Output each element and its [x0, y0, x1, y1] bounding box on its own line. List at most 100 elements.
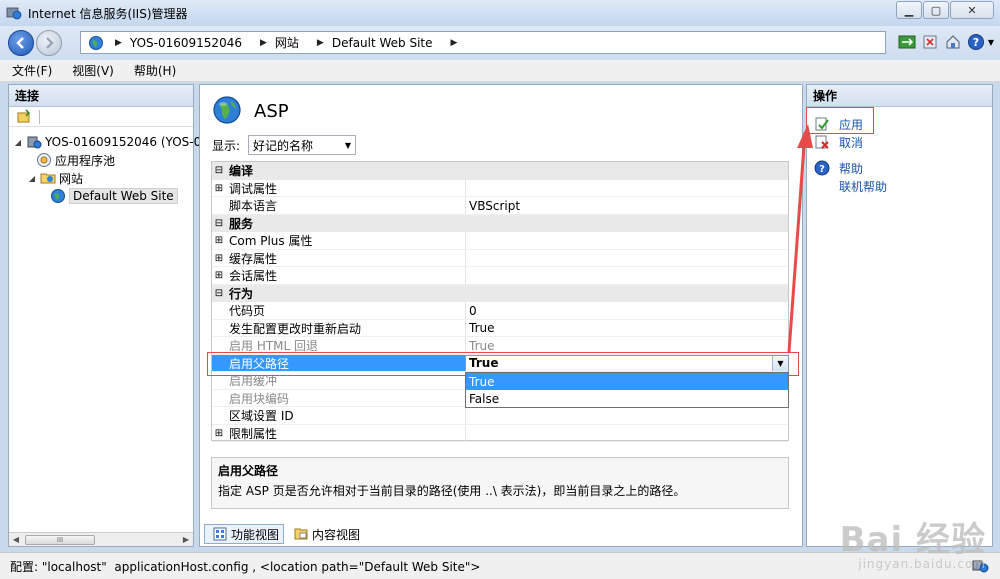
- online-help-action[interactable]: 联机帮助: [813, 177, 986, 195]
- chevron-down-icon[interactable]: ▼: [772, 355, 788, 371]
- collapse-box-icon[interactable]: ⊟: [212, 165, 226, 176]
- grid-category-row[interactable]: ⊟ 行为: [212, 284, 788, 302]
- menu-bar: 文件(F) 视图(V) 帮助(H): [0, 60, 1000, 82]
- window-title: Internet 信息服务(IIS)管理器: [28, 6, 188, 21]
- expand-box-icon[interactable]: ⊞: [212, 183, 226, 194]
- scroll-thumb[interactable]: III: [25, 534, 95, 545]
- grid-property-name: 启用父路径: [229, 356, 290, 371]
- breadcrumb-sites[interactable]: 网站: [275, 34, 299, 51]
- help-action[interactable]: ? 帮助: [813, 159, 986, 177]
- menu-view[interactable]: 视图(V): [72, 62, 114, 79]
- tree-node-app-pools[interactable]: 应用程序池: [33, 151, 115, 169]
- tab-features-view[interactable]: 功能视图: [204, 524, 285, 544]
- tree-node-sites[interactable]: ◢ 网站: [27, 169, 83, 187]
- grid-column-divider: [465, 337, 466, 355]
- tree-label-sites: 网站: [59, 171, 84, 186]
- minimize-button[interactable]: ▁: [896, 1, 922, 19]
- close-button[interactable]: ✕: [950, 1, 994, 19]
- grid-property-name: 启用 HTML 回退: [229, 339, 319, 354]
- grid-property-row[interactable]: 发生配置更改时重新启动 True: [212, 319, 788, 337]
- grid-property-row[interactable]: 代码页 0: [212, 302, 788, 320]
- description-title: 启用父路径: [218, 464, 279, 478]
- forward-arrow-icon: [46, 37, 54, 49]
- scroll-left-icon[interactable]: ◀: [9, 535, 23, 544]
- menu-help[interactable]: 帮助(H): [134, 62, 176, 79]
- connect-icon[interactable]: [897, 32, 917, 52]
- app-pool-icon: [36, 152, 52, 168]
- grid-property-value[interactable]: True: [469, 321, 495, 335]
- help-icon[interactable]: ?: [966, 32, 986, 52]
- dropdown-option-false[interactable]: False: [466, 390, 788, 407]
- breadcrumb-site[interactable]: Default Web Site: [332, 36, 433, 50]
- grid-property-row[interactable]: ⊞ 会话属性: [212, 267, 788, 285]
- collapse-triangle-icon[interactable]: ◢: [27, 174, 37, 183]
- tab-content-view[interactable]: 内容视图: [286, 524, 364, 544]
- forward-button[interactable]: [36, 30, 62, 56]
- grid-property-row[interactable]: 启用父路径 True ▼: [212, 354, 789, 372]
- grid-property-name: 启用缓冲: [229, 374, 278, 389]
- grid-column-divider: [465, 179, 466, 197]
- grid-property-row[interactable]: ⊞ 限制属性: [212, 424, 788, 442]
- apply-action[interactable]: 应用: [813, 115, 986, 133]
- server-icon: [26, 134, 42, 150]
- connections-hscrollbar[interactable]: ◀ III ▶: [9, 532, 193, 546]
- grid-category-row[interactable]: ⊟ 服务: [212, 214, 788, 232]
- grid-property-row[interactable]: 区域设置 ID: [212, 407, 788, 425]
- grid-property-row[interactable]: ⊞ 缓存属性: [212, 249, 788, 267]
- asp-globe-icon: [212, 95, 242, 128]
- collapse-box-icon[interactable]: ⊟: [212, 218, 226, 229]
- display-select[interactable]: 好记的名称 ▼: [248, 135, 357, 155]
- expand-box-icon[interactable]: ⊞: [212, 270, 226, 281]
- grid-property-row[interactable]: ⊞ 调试属性: [212, 179, 788, 197]
- breadcrumb-server[interactable]: YOS-01609152046: [130, 36, 242, 50]
- grid-category-row[interactable]: ⊟ 编译: [212, 162, 788, 180]
- collapse-triangle-icon[interactable]: ◢: [13, 138, 23, 147]
- grid-property-name: 发生配置更改时重新启动: [229, 321, 362, 336]
- grid-property-name: 服务: [229, 216, 254, 231]
- property-grid: ⊟ 编译 ⊞ 调试属性 脚本语言 VBScript ⊟ 服务 ⊞ Com Plus 属性 ⊞ 缓存属性…: [211, 161, 789, 442]
- grid-property-name: 会话属性: [229, 269, 278, 284]
- menu-file[interactable]: 文件(F): [12, 62, 52, 79]
- breadcrumb-arrow-icon: ▶: [316, 37, 324, 48]
- grid-column-divider: [465, 267, 466, 285]
- feature-panel: ASP 显示: 好记的名称 ▼ ⊟ 编译 ⊞ 调试属性 脚本语言 VBScript ⊟ 服务 ⊞…: [199, 84, 803, 547]
- description-text: 指定 ASP 页是否允许相对于当前目录的路径(使用 ..\ 表示法)，即当前目录…: [218, 484, 686, 498]
- grid-property-name: 行为: [229, 286, 254, 301]
- grid-property-row[interactable]: 脚本语言 VBScript: [212, 197, 788, 215]
- spacer-icon: [813, 178, 831, 194]
- grid-property-row[interactable]: 启用 HTML 回退 True: [212, 337, 788, 355]
- select-value: True: [469, 356, 499, 371]
- address-field[interactable]: ▶ YOS-01609152046 ▶ 网站 ▶ Default Web Sit…: [80, 31, 886, 54]
- dropdown-option-true[interactable]: True: [466, 373, 788, 390]
- grid-property-name: 启用块编码: [229, 391, 290, 406]
- status-text: 配置: "localhost" applicationHost.config ,…: [10, 559, 481, 574]
- home-icon[interactable]: [943, 32, 963, 52]
- tree-label-site: Default Web Site: [69, 188, 178, 204]
- new-connection-icon[interactable]: [16, 108, 32, 125]
- tree-node-default-web-site[interactable]: Default Web Site: [47, 187, 178, 205]
- grid-property-value[interactable]: VBScript: [469, 199, 520, 213]
- scroll-right-icon[interactable]: ▶: [179, 535, 193, 544]
- tab-features-view-label: 功能视图: [231, 527, 280, 542]
- grid-property-row[interactable]: ⊞ Com Plus 属性: [212, 232, 788, 250]
- stop-icon[interactable]: [920, 32, 940, 52]
- back-button[interactable]: [8, 30, 34, 56]
- maximize-button[interactable]: ▢: [923, 1, 949, 19]
- expand-box-icon[interactable]: ⊞: [212, 235, 226, 246]
- grid-row-divider: [212, 441, 788, 442]
- connections-tree: ◢ YOS-01609152046 (YOS-01 应用程序池 ◢ 网站 Def…: [9, 127, 209, 204]
- grid-property-value[interactable]: 0: [469, 304, 477, 318]
- grid-property-name: 区域设置 ID: [229, 409, 294, 424]
- actions-header: 操作: [807, 85, 992, 107]
- cancel-action[interactable]: 取消: [813, 133, 986, 151]
- expand-box-icon[interactable]: ⊞: [212, 253, 226, 264]
- expand-box-icon[interactable]: ⊞: [212, 428, 226, 439]
- tree-label-app-pools: 应用程序池: [55, 153, 116, 168]
- tree-node-server[interactable]: ◢ YOS-01609152046 (YOS-01: [13, 133, 209, 151]
- parent-path-value-select[interactable]: True ▼: [465, 354, 789, 372]
- page-title: ASP: [254, 101, 289, 122]
- grid-property-value[interactable]: True: [469, 339, 495, 353]
- display-select-value: 好记的名称: [253, 138, 314, 153]
- help-dropdown-icon[interactable]: ▼: [988, 38, 994, 47]
- collapse-box-icon[interactable]: ⊟: [212, 288, 226, 299]
